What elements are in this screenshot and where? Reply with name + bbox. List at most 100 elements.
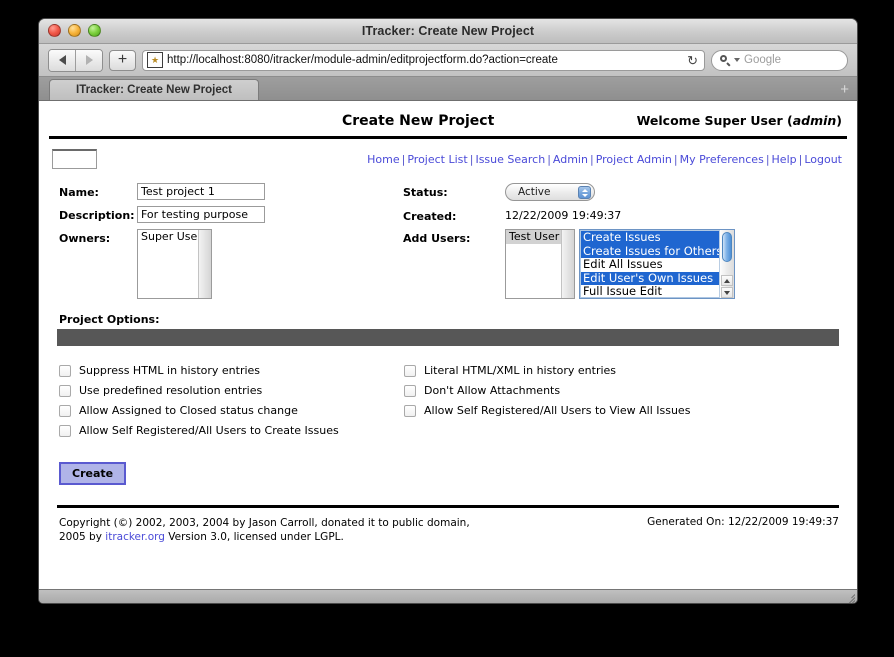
- close-window-icon[interactable]: [48, 24, 61, 37]
- field-row-created: Created: 12/22/2009 19:49:37: [403, 207, 847, 223]
- option-label: Use predefined resolution entries: [79, 384, 263, 397]
- checkbox[interactable]: [59, 364, 71, 377]
- permission-option[interactable]: Create Issues for Others: [581, 244, 722, 259]
- nav-separator: |: [589, 152, 594, 166]
- add-users-label: Add Users:: [403, 232, 471, 245]
- option-no-attachments[interactable]: Don't Allow Attachments: [404, 384, 749, 397]
- option-self-registered-create[interactable]: Allow Self Registered/All Users to Creat…: [59, 424, 404, 437]
- project-form: Name: Test project 1 Description: For te…: [49, 177, 847, 305]
- tab-itracker-create-new-project[interactable]: ITracker: Create New Project: [49, 79, 259, 100]
- create-button[interactable]: Create: [59, 462, 127, 485]
- copyright-line-1: Copyright (©) 2002, 2003, 2004 by Jason …: [59, 517, 470, 529]
- back-button[interactable]: [49, 49, 75, 71]
- welcome-username: admin: [792, 113, 837, 128]
- new-tab-button[interactable]: +: [840, 82, 849, 97]
- option-suppress-html[interactable]: Suppress HTML in history entries: [59, 364, 404, 377]
- nav-separator: |: [547, 152, 551, 166]
- permissions-listbox[interactable]: Create Issues Create Issues for Others E…: [579, 229, 735, 299]
- permission-option[interactable]: Full Issue Edit: [581, 285, 719, 298]
- owners-scrollbar[interactable]: [198, 230, 211, 298]
- chevron-down-icon: [581, 193, 588, 197]
- nav-link-help[interactable]: Help: [772, 153, 797, 166]
- option-label: Allow Self Registered/All Users to View …: [424, 404, 691, 417]
- checkbox[interactable]: [404, 384, 416, 397]
- scroll-down-button[interactable]: [721, 287, 733, 298]
- search-input[interactable]: Google: [711, 49, 848, 71]
- window-bottom-bar: [39, 589, 857, 603]
- status-value: Active: [518, 186, 551, 198]
- add-users-listbox[interactable]: Test User 1: [505, 229, 575, 299]
- stepper-icon[interactable]: [578, 186, 591, 199]
- nav-link-project-list[interactable]: Project List: [407, 153, 467, 166]
- field-row-name: Name: Test project 1: [59, 183, 399, 200]
- permissions-list: Create Issues Create Issues for Others E…: [581, 230, 722, 298]
- field-row-status: Status: Active: [403, 183, 847, 201]
- checkbox[interactable]: [59, 424, 71, 437]
- nav-link-admin[interactable]: Admin: [553, 153, 588, 166]
- tab-bar: ITracker: Create New Project +: [39, 77, 857, 101]
- welcome-text: Welcome Super User (admin): [637, 113, 842, 128]
- page-viewport: Create New Project Welcome Super User (a…: [39, 101, 857, 589]
- add-users-scrollbar[interactable]: [561, 230, 574, 298]
- itracker-page: Create New Project Welcome Super User (a…: [39, 101, 857, 544]
- checkbox[interactable]: [404, 364, 416, 377]
- arrow-up-icon: [724, 278, 730, 283]
- forward-button[interactable]: [75, 49, 102, 71]
- option-label: Allow Self Registered/All Users to Creat…: [79, 424, 339, 437]
- nav-separator: |: [673, 152, 678, 166]
- owners-listbox[interactable]: Super User: [137, 229, 212, 299]
- search-placeholder: Google: [744, 54, 782, 66]
- option-label: Allow Assigned to Closed status change: [79, 404, 298, 417]
- option-literal-html[interactable]: Literal HTML/XML in history entries: [404, 364, 749, 377]
- description-input[interactable]: For testing purpose: [137, 206, 265, 223]
- status-select[interactable]: Active: [505, 183, 595, 201]
- checkbox[interactable]: [59, 384, 71, 397]
- name-input[interactable]: Test project 1: [137, 183, 265, 200]
- permissions-scrollbar[interactable]: [719, 230, 734, 298]
- option-label: Suppress HTML in history entries: [79, 364, 261, 377]
- description-label: Description:: [59, 209, 135, 222]
- search-icon: [720, 54, 731, 66]
- permission-option[interactable]: Edit All Issues: [581, 258, 719, 272]
- permission-option[interactable]: Create Issues: [581, 230, 719, 245]
- nav-link-my-preferences[interactable]: My Preferences: [680, 153, 764, 166]
- minimize-window-icon[interactable]: [68, 24, 81, 37]
- option-assigned-to-closed[interactable]: Allow Assigned to Closed status change: [59, 404, 404, 417]
- field-row-add-users: Add Users: Test User 1 Create Issues Cre…: [403, 229, 847, 299]
- permission-option[interactable]: Edit User's Own Issues: [581, 271, 719, 286]
- nav-link-project-admin[interactable]: Project Admin: [596, 153, 672, 166]
- form-actions: Create: [49, 444, 847, 485]
- project-options-title: Project Options:: [59, 313, 160, 326]
- address-bar[interactable]: ★ http://localhost:8080/itracker/module-…: [142, 49, 705, 71]
- name-label: Name:: [59, 186, 99, 199]
- option-predefined-resolution[interactable]: Use predefined resolution entries: [59, 384, 404, 397]
- nav-link-logout[interactable]: Logout: [804, 153, 842, 166]
- reload-icon[interactable]: ↻: [687, 54, 700, 67]
- project-options-grid: Suppress HTML in history entries Use pre…: [49, 346, 847, 444]
- checkbox[interactable]: [59, 404, 71, 417]
- chevron-up-icon: [581, 188, 588, 192]
- nav-link-issue-search[interactable]: Issue Search: [475, 153, 545, 166]
- checkbox[interactable]: [404, 404, 416, 417]
- generated-on-text: Generated On: 12/22/2009 19:49:37: [647, 516, 839, 528]
- arrow-down-icon: [724, 290, 730, 295]
- url-text: http://localhost:8080/itracker/module-ad…: [167, 54, 558, 66]
- add-bookmark-button[interactable]: +: [109, 49, 136, 71]
- zoom-window-icon[interactable]: [88, 24, 101, 37]
- favicon-icon: ★: [147, 52, 163, 68]
- itracker-org-link[interactable]: itracker.org: [105, 531, 165, 543]
- nav-link-home[interactable]: Home: [367, 153, 399, 166]
- option-label: Literal HTML/XML in history entries: [424, 364, 617, 377]
- forward-arrow-icon: [85, 55, 93, 65]
- scroll-up-button[interactable]: [721, 275, 733, 286]
- option-self-registered-view[interactable]: Allow Self Registered/All Users to View …: [404, 404, 749, 417]
- copyright-line-2-suffix: Version 3.0, licensed under LGPL.: [164, 531, 344, 543]
- resize-grip[interactable]: [843, 592, 855, 603]
- form-left-column: Name: Test project 1 Description: For te…: [59, 183, 399, 305]
- scrollbar-thumb[interactable]: [722, 232, 732, 262]
- welcome-prefix: Welcome Super User (: [636, 113, 793, 128]
- project-options-bar: [57, 329, 839, 346]
- nav-separator: |: [765, 152, 770, 166]
- main-nav-links: Home | Project List | Issue Search | Admin | Pro…: [367, 153, 842, 166]
- plus-icon: +: [117, 51, 128, 68]
